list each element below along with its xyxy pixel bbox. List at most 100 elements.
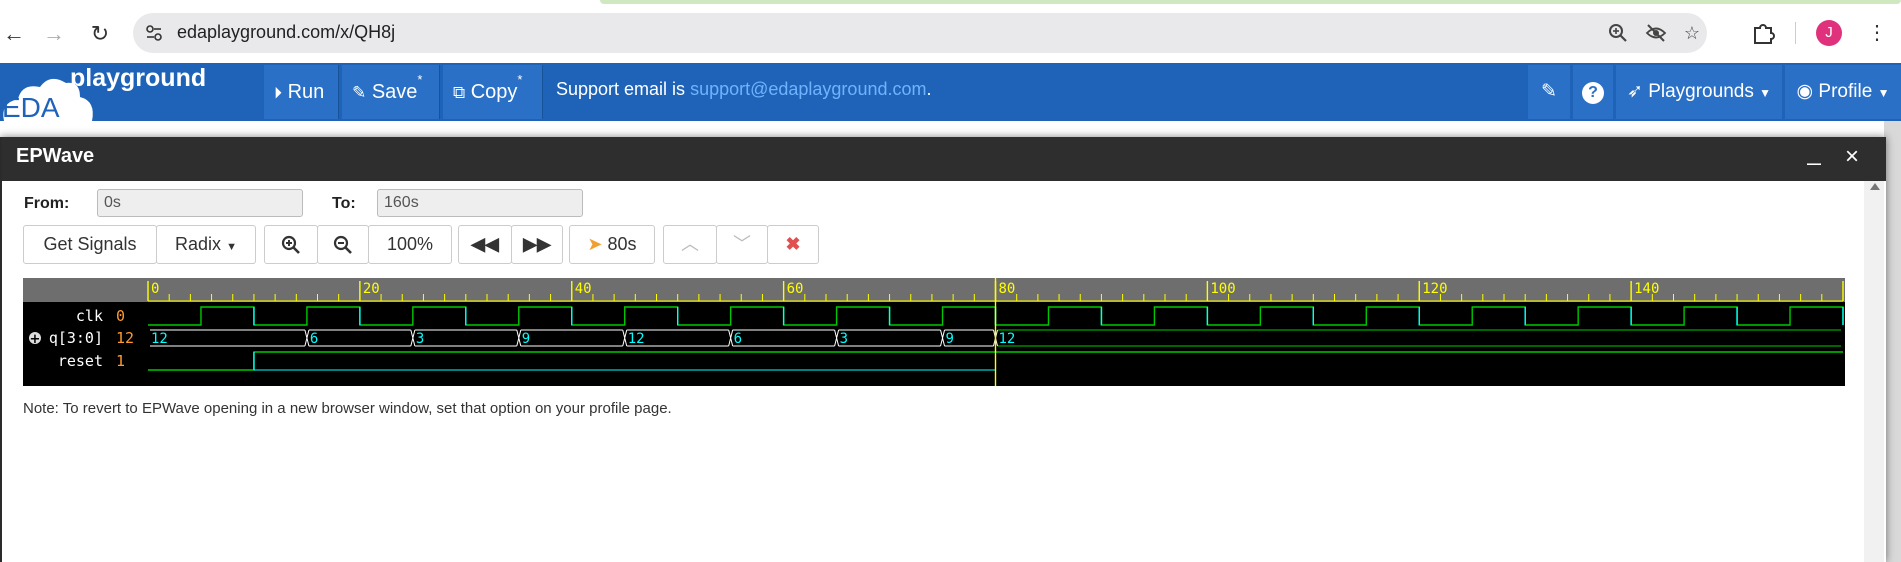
bus-segment[interactable]: [308, 329, 411, 347]
bus-transition: [834, 329, 840, 347]
forward-icon: ▶▶: [523, 234, 551, 254]
bookmark-star-icon[interactable]: ☆: [1681, 22, 1703, 44]
zoom-icon[interactable]: [1607, 22, 1629, 44]
move-signal-up-button[interactable]: ︿: [663, 225, 717, 264]
scroll-up-arrow-icon[interactable]: [1870, 183, 1880, 190]
signal-name-reset[interactable]: reset: [58, 352, 103, 370]
zoom-in-button[interactable]: [264, 225, 318, 264]
cursor-time-button[interactable]: ➤ 80s: [569, 225, 655, 264]
forward-arrow-icon[interactable]: →: [40, 20, 68, 48]
bus-segment[interactable]: [838, 329, 941, 347]
help-button[interactable]: ?: [1573, 65, 1613, 119]
bus-value-label: 6: [734, 331, 742, 347]
bus-segment[interactable]: [997, 329, 1842, 347]
copy-icon: ⧉: [453, 83, 466, 102]
profile-label: Profile: [1818, 81, 1873, 102]
bus-transition: [516, 329, 522, 347]
zoom-out-button[interactable]: [317, 225, 369, 264]
edit-profile-button[interactable]: ✎: [1528, 65, 1570, 119]
ruler-label: 140: [1634, 281, 1659, 297]
ruler-label: 0: [151, 281, 159, 297]
tab-strip: [600, 0, 1901, 4]
signal-value-reset: 1: [116, 352, 125, 370]
chevron-up-icon: ︿: [681, 234, 699, 254]
ruler-label: 100: [1210, 281, 1235, 297]
bus-segment[interactable]: [732, 329, 835, 347]
location-arrow-icon: ➤: [587, 234, 603, 254]
play-circle-icon: ⏵: [274, 85, 283, 102]
previous-edge-button[interactable]: ◀◀: [458, 225, 512, 264]
zoom-level-button[interactable]: 100%: [368, 225, 452, 264]
bus-value-label: 3: [416, 331, 424, 347]
signal-value-clk: 0: [116, 307, 125, 325]
to-input[interactable]: [377, 189, 583, 217]
run-label: Run: [287, 81, 325, 103]
bus-transition: [940, 329, 946, 347]
modal-scrollbar[interactable]: [1864, 181, 1884, 562]
waveform-viewer[interactable]: 0 20 40 60 80 100 120 140 clk 0 + q[3:0] 12 reset 1 12 6…: [23, 278, 1845, 386]
remove-signal-button[interactable]: ✖: [767, 225, 819, 264]
rocket-icon: ➶: [1627, 81, 1643, 102]
signal-value-q30: 12: [116, 329, 134, 347]
zoom-in-icon: [281, 236, 300, 255]
eda-playground-logo[interactable]: EDA playground: [0, 63, 240, 121]
signal-name-clk[interactable]: clk: [76, 307, 103, 325]
move-signal-down-button[interactable]: ﹀: [716, 225, 768, 264]
playgrounds-dropdown[interactable]: ➶ Playgrounds ▼: [1616, 65, 1782, 119]
logo-playground-text: playground: [70, 64, 206, 92]
profile-avatar[interactable]: J: [1816, 20, 1842, 46]
support-text: Support email is support@edaplayground.c…: [556, 79, 932, 100]
bus-value-label: 12: [999, 331, 1016, 347]
toolbar-divider: [1795, 22, 1796, 44]
modal-title: EPWave: [16, 145, 95, 167]
back-arrow-icon[interactable]: ←: [0, 20, 28, 48]
next-edge-button[interactable]: ▶▶: [511, 225, 563, 264]
ruler-label: 40: [575, 281, 592, 297]
site-settings-icon[interactable]: [145, 24, 163, 42]
save-button[interactable]: ✎ Save*: [342, 65, 440, 119]
copy-label: Copy: [470, 81, 518, 103]
browser-menu-icon[interactable]: ⋮: [1864, 20, 1890, 46]
copy-button[interactable]: ⧉ Copy*: [443, 65, 543, 119]
profile-dropdown[interactable]: ◉ Profile ▼: [1785, 65, 1901, 119]
address-bar[interactable]: edaplayground.com/x/QH8j ☆: [133, 13, 1707, 53]
cursor-time-label: 80s: [607, 234, 637, 254]
logo-eda-text: EDA: [2, 92, 60, 121]
extensions-puzzle-icon[interactable]: [1750, 20, 1776, 46]
radix-dropdown[interactable]: Radix ▼: [156, 225, 256, 264]
zoom-out-icon: [333, 236, 352, 255]
x-mark-icon: ✖: [785, 234, 801, 254]
run-button[interactable]: ⏵ Run: [264, 65, 339, 119]
bus-segment[interactable]: [520, 329, 623, 347]
get-signals-button[interactable]: Get Signals: [23, 225, 157, 264]
signal-name-q30[interactable]: q[3:0]: [49, 329, 103, 347]
caret-down-icon: ▼: [226, 241, 237, 253]
chevron-down-icon: ﹀: [733, 234, 751, 254]
radix-label: Radix: [175, 234, 222, 254]
epwave-modal: EPWave _ × From: To: Get Signals Radix ▼…: [0, 137, 1886, 562]
bus-transition: [622, 329, 628, 347]
minimize-button[interactable]: _: [1802, 139, 1826, 167]
save-modified-mark: *: [417, 72, 423, 87]
ruler-label: 60: [787, 281, 804, 297]
app-navbar: EDA playground ⏵ Run ✎ Save* ⧉ Copy* Sup…: [0, 63, 1901, 121]
bus-transition: [410, 329, 416, 347]
modal-header: EPWave _ ×: [2, 137, 1886, 181]
to-label: To:: [332, 195, 356, 212]
url-text[interactable]: edaplayground.com/x/QH8j: [177, 22, 395, 43]
bus-segment[interactable]: [150, 329, 305, 347]
page-background-edge: [1884, 121, 1901, 562]
bus-value-label: 3: [840, 331, 848, 347]
support-prefix: Support email is: [556, 79, 691, 99]
playgrounds-label: Playgrounds: [1648, 81, 1754, 102]
tracking-protection-eye-icon[interactable]: [1645, 22, 1667, 44]
support-email-link[interactable]: support@edaplayground.com: [690, 79, 926, 99]
backward-icon: ◀◀: [471, 234, 499, 254]
close-button[interactable]: ×: [1840, 143, 1864, 171]
from-input[interactable]: [97, 189, 303, 217]
bus-segment[interactable]: [414, 329, 517, 347]
reload-icon[interactable]: ↻: [86, 20, 114, 48]
edit-square-icon: ✎: [1541, 81, 1557, 102]
pencil-icon: ✎: [352, 83, 367, 102]
expand-plus-glyph: +: [30, 332, 41, 347]
